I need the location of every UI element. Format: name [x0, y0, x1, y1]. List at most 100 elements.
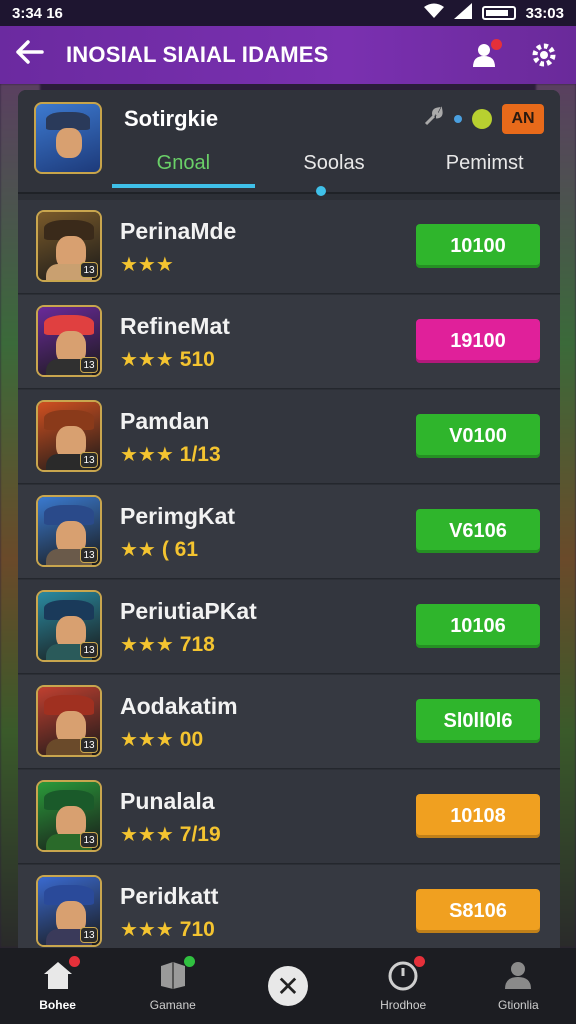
- coin-icon[interactable]: [472, 109, 492, 129]
- action-button[interactable]: V6106: [416, 509, 540, 553]
- friends-button[interactable]: [470, 39, 502, 71]
- action-button[interactable]: 10108: [416, 794, 540, 838]
- player-avatar[interactable]: 13: [36, 780, 102, 852]
- notification-dot: [414, 956, 426, 967]
- list-item[interactable]: 13 Peridkatt ★★★ 710 S8106: [18, 865, 560, 959]
- tab-soolas[interactable]: Soolas: [259, 146, 410, 192]
- star-rating: ★★ ( 61: [120, 537, 198, 562]
- player-avatar[interactable]: 13: [36, 685, 102, 757]
- star-rating: ★★★ 7/19: [120, 822, 221, 847]
- star-rating: ★★★ 510: [120, 347, 215, 372]
- action-button[interactable]: 10106: [416, 604, 540, 648]
- star-rating: ★★★ 710: [120, 917, 215, 942]
- nav-item-bohee[interactable]: Bohee: [8, 956, 108, 1012]
- star-icon: ★★★: [120, 729, 174, 751]
- player-name: PerimgKat: [120, 503, 236, 529]
- list-item[interactable]: 13 Aodakatim ★★★ 00 Sl0ll0l6: [18, 675, 560, 769]
- player-name: Pamdan: [120, 408, 210, 434]
- app-title: INOSIAL SIAIAL IDAMES: [66, 42, 329, 67]
- action-button[interactable]: S8106: [416, 889, 540, 933]
- player-score: 710: [179, 917, 215, 941]
- blue-dot-icon: [454, 115, 462, 123]
- player-score: 510: [179, 347, 215, 371]
- panel-header: Sotirgkie AN Gnoal Soolas Pemimst: [18, 90, 560, 196]
- star-rating: ★★★ 00: [120, 727, 203, 752]
- panel-title: Sotirgkie: [124, 106, 219, 131]
- action-button[interactable]: Sl0ll0l6: [416, 699, 540, 743]
- nav-item-gamane[interactable]: Gamane: [123, 956, 223, 1012]
- close-icon[interactable]: ✕: [267, 966, 308, 1006]
- player-avatar[interactable]: 13: [36, 400, 102, 472]
- leaderboard-panel: Sotirgkie AN Gnoal Soolas Pemimst 13 Per…: [18, 90, 560, 960]
- player-avatar[interactable]: 13: [36, 305, 102, 377]
- player-name: PeriutiaPKat: [120, 598, 257, 624]
- nav-label: Gtionlia: [498, 998, 539, 1012]
- status-bar: 3:34 16 33:03: [0, 0, 576, 26]
- nav-item-gtionlia[interactable]: Gtionlia: [468, 960, 568, 1012]
- player-score: 1/13: [179, 442, 221, 466]
- signal-icon: [453, 3, 472, 23]
- nav-item-close[interactable]: ✕: [238, 966, 338, 1006]
- nav-item-hrodhoe[interactable]: Hrodhoe: [353, 956, 453, 1012]
- star-icon: ★★★: [120, 824, 174, 846]
- star-icon: ★★★: [120, 634, 174, 656]
- player-score: 00: [179, 727, 204, 751]
- list-item[interactable]: 13 Pamdan ★★★ 1/13 V0100: [18, 390, 560, 484]
- wrench-icon[interactable]: [422, 105, 444, 133]
- player-name: Peridkatt: [120, 883, 219, 909]
- player-avatar[interactable]: [34, 102, 102, 174]
- player-list: 13 PerinaMde ★★★ 10100 13 RefineMat ★★★ …: [18, 200, 560, 960]
- nav-label: Hrodhoe: [380, 998, 427, 1012]
- settings-button[interactable]: [528, 39, 560, 71]
- an-button[interactable]: AN: [502, 104, 544, 134]
- player-avatar[interactable]: 13: [36, 875, 102, 947]
- player-score: 7/19: [179, 822, 221, 846]
- tab-indicator-dot: [316, 186, 326, 196]
- star-rating: ★★★: [120, 252, 180, 277]
- nav-label: Bohee: [39, 998, 76, 1012]
- nav-label: Gamane: [149, 998, 196, 1012]
- status-time: 3:34 16: [12, 4, 63, 22]
- level-badge: 13: [80, 262, 98, 278]
- star-icon: ★★★: [120, 349, 174, 371]
- player-name: PerinaMde: [120, 218, 237, 244]
- player-name: Punalala: [120, 788, 215, 814]
- level-badge: 13: [80, 832, 98, 848]
- notification-dot: [68, 956, 80, 967]
- level-badge: 13: [80, 642, 98, 658]
- back-arrow-icon[interactable]: [16, 40, 56, 70]
- level-badge: 13: [80, 547, 98, 563]
- star-icon: ★★: [120, 539, 156, 561]
- wifi-icon: [423, 3, 444, 23]
- player-avatar[interactable]: 13: [36, 495, 102, 567]
- level-badge: 13: [80, 927, 98, 943]
- player-avatar[interactable]: 13: [36, 590, 102, 662]
- player-name: RefineMat: [120, 313, 230, 339]
- player-avatar[interactable]: 13: [36, 210, 102, 282]
- list-item[interactable]: 13 PeriutiaPKat ★★★ 718 10106: [18, 580, 560, 674]
- gear-icon: [532, 43, 556, 67]
- list-item[interactable]: 13 PerimgKat ★★ ( 61 V6106: [18, 485, 560, 579]
- status-right-time: 33:03: [525, 4, 564, 22]
- star-rating: ★★★ 718: [120, 632, 215, 657]
- action-button[interactable]: 10100: [416, 224, 540, 268]
- level-badge: 13: [80, 452, 98, 468]
- star-icon: ★★★: [120, 254, 174, 276]
- clock-icon: [387, 956, 426, 992]
- action-button[interactable]: 19100: [416, 319, 540, 363]
- star-icon: ★★★: [120, 919, 174, 941]
- tab-pemimst[interactable]: Pemimst: [409, 146, 560, 192]
- player-score: 718: [179, 632, 215, 656]
- action-button[interactable]: V0100: [416, 414, 540, 458]
- tab-bar: Gnoal Soolas Pemimst: [108, 146, 560, 192]
- battery-icon: [481, 6, 516, 20]
- tab-gnoal[interactable]: Gnoal: [108, 146, 259, 192]
- user-icon: [502, 960, 534, 992]
- box-icon: [157, 956, 195, 992]
- list-item[interactable]: 13 PerinaMde ★★★ 10100: [18, 200, 560, 294]
- list-item[interactable]: 13 Punalala ★★★ 7/19 10108: [18, 770, 560, 864]
- level-badge: 13: [80, 737, 98, 753]
- bottom-nav: Bohee Gamane ✕ Hrodhoe Gtionlia: [0, 948, 576, 1024]
- home-icon: [42, 956, 80, 992]
- list-item[interactable]: 13 RefineMat ★★★ 510 19100: [18, 295, 560, 389]
